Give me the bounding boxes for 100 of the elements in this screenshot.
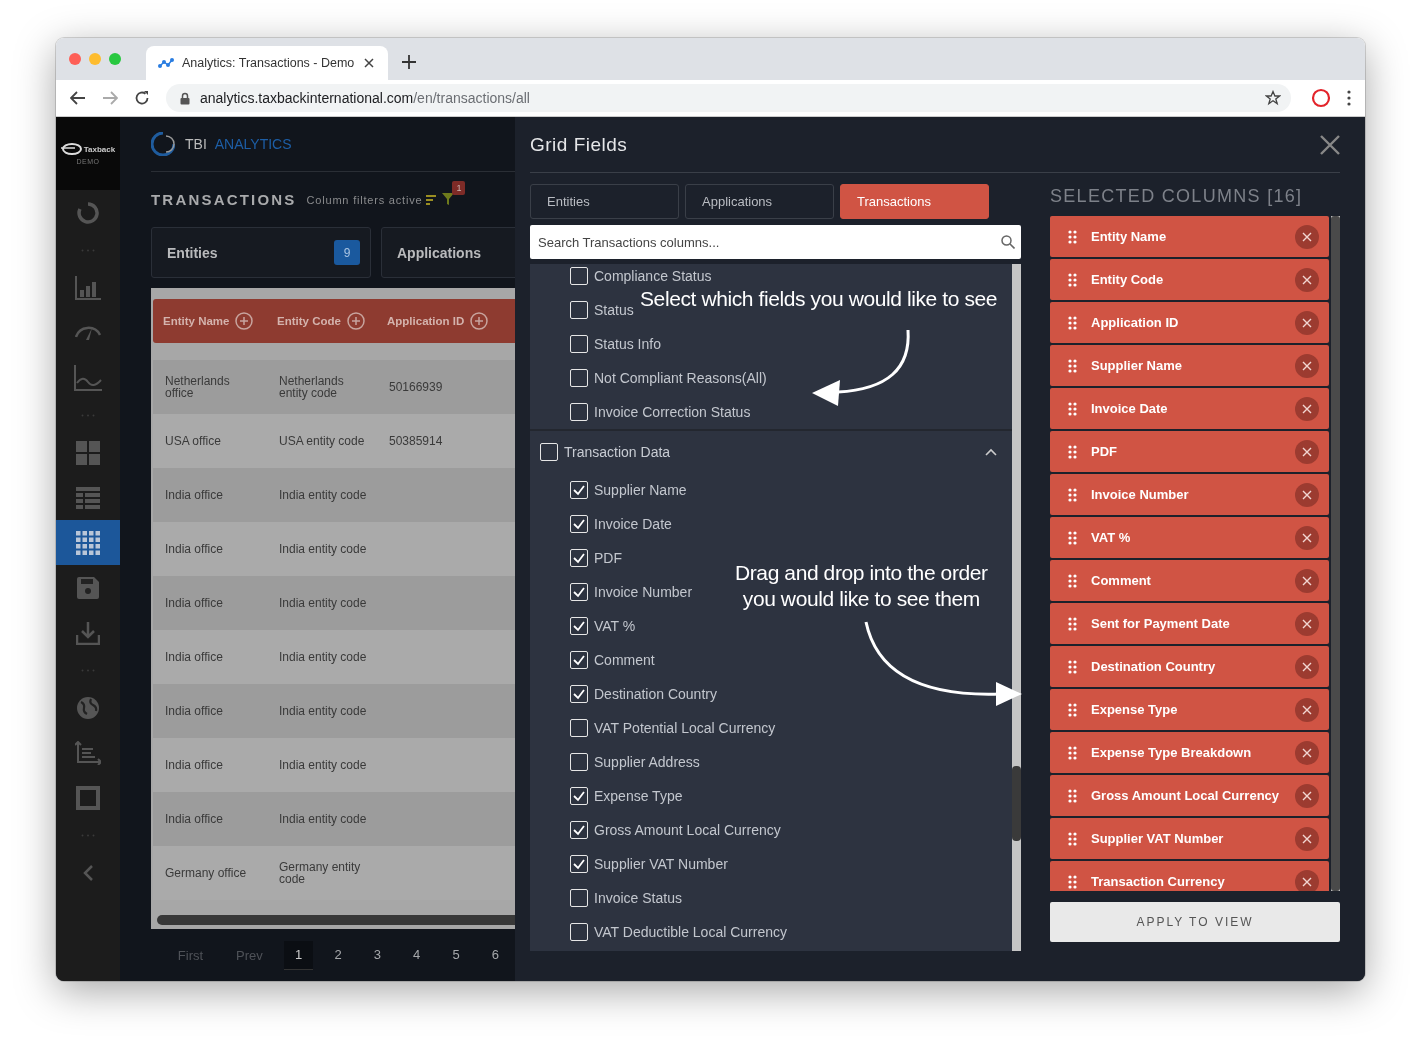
drag-handle-icon[interactable] [1068, 315, 1077, 330]
checkbox[interactable] [570, 753, 588, 771]
remove-icon[interactable] [1295, 525, 1319, 550]
drag-handle-icon[interactable] [1068, 616, 1077, 631]
checkbox[interactable] [570, 719, 588, 737]
page-number[interactable]: 4 [397, 941, 437, 969]
table-row[interactable]: Netherlands office Netherlands entity code 50166939 [153, 360, 515, 414]
group-label[interactable]: Transaction Data [564, 444, 979, 460]
drag-handle-icon[interactable] [1068, 702, 1077, 717]
page-number[interactable]: 6 [475, 941, 515, 969]
remove-icon[interactable] [1295, 482, 1319, 507]
apply-button[interactable]: APPLY TO VIEW [1050, 902, 1340, 942]
drag-handle-icon[interactable] [1068, 229, 1077, 244]
checkbox[interactable] [540, 443, 558, 461]
checkbox[interactable] [570, 267, 588, 285]
remove-icon[interactable] [1295, 783, 1319, 808]
selected-column-item[interactable]: Supplier Name [1050, 345, 1329, 386]
tab[interactable]: Applications [685, 184, 834, 219]
checkbox[interactable] [570, 821, 588, 839]
chevron-icon[interactable] [985, 448, 997, 456]
more-menu-icon[interactable] [1347, 90, 1351, 106]
drag-handle-icon[interactable] [1068, 788, 1077, 803]
remove-icon[interactable] [1295, 654, 1319, 679]
checkbox[interactable] [570, 369, 588, 387]
add-circle-icon[interactable] [346, 312, 365, 330]
tab[interactable]: Entities [530, 184, 679, 219]
new-tab-icon[interactable] [402, 55, 416, 69]
summary-card[interactable]: Applications [381, 227, 515, 278]
drag-handle-icon[interactable] [1068, 874, 1077, 889]
remove-icon[interactable] [1295, 353, 1319, 378]
page-number[interactable]: 2 [318, 941, 358, 969]
page-number[interactable]: 5 [436, 941, 476, 969]
selected-column-item[interactable]: Destination Country [1050, 646, 1329, 687]
remove-icon[interactable] [1295, 697, 1319, 722]
remove-icon[interactable] [1295, 740, 1319, 765]
column-header[interactable]: Entity Name [163, 315, 230, 327]
checkbox[interactable] [570, 481, 588, 499]
add-circle-icon[interactable] [235, 312, 254, 330]
drag-handle-icon[interactable] [1068, 831, 1077, 846]
summary-card[interactable]: Entities 9 [151, 227, 371, 278]
selected-column-item[interactable]: Sent for Payment Date [1050, 603, 1329, 644]
selected-column-item[interactable]: Supplier VAT Number [1050, 818, 1329, 859]
checkbox[interactable] [570, 617, 588, 635]
drag-handle-icon[interactable] [1068, 659, 1077, 674]
page-number[interactable]: 1 [283, 940, 314, 970]
checkbox[interactable] [570, 335, 588, 353]
remove-icon[interactable] [1295, 869, 1319, 891]
scrollbar-thumb[interactable] [157, 915, 515, 925]
sidebar-item[interactable] [56, 520, 120, 565]
remove-icon[interactable] [1295, 310, 1319, 335]
scrollbar-thumb[interactable] [1331, 216, 1340, 891]
table-row[interactable]: India office India entity code [153, 684, 515, 738]
star-icon[interactable] [1265, 90, 1281, 106]
selected-column-item[interactable]: Gross Amount Local Currency [1050, 775, 1329, 816]
add-circle-icon[interactable] [470, 312, 489, 330]
selected-column-item[interactable]: Invoice Date [1050, 388, 1329, 429]
remove-icon[interactable] [1295, 826, 1319, 851]
address-field[interactable]: analytics.taxbackinternational.com/en/transactions/all [166, 84, 1291, 112]
checkbox[interactable] [570, 403, 588, 421]
checkbox[interactable] [570, 301, 588, 319]
column-header[interactable]: Application ID [387, 315, 465, 327]
reload-icon[interactable] [134, 90, 150, 106]
drag-handle-icon[interactable] [1068, 358, 1077, 373]
close-icon[interactable] [1320, 134, 1340, 155]
remove-icon[interactable] [1295, 439, 1319, 464]
funnel-icon[interactable] [442, 192, 455, 205]
checkbox[interactable] [570, 889, 588, 907]
selected-column-item[interactable]: Expense Type [1050, 689, 1329, 730]
ring-extension-icon[interactable] [1311, 88, 1331, 108]
remove-icon[interactable] [1295, 611, 1319, 636]
selected-column-item[interactable]: Entity Name [1050, 216, 1329, 257]
drag-handle-icon[interactable] [1068, 573, 1077, 588]
drag-handle-icon[interactable] [1068, 444, 1077, 459]
column-header[interactable]: Entity Code [277, 315, 341, 327]
table-row[interactable]: India office India entity code [153, 792, 515, 846]
remove-icon[interactable] [1295, 224, 1319, 249]
back-arrow-icon[interactable] [70, 91, 86, 105]
selected-column-item[interactable]: Entity Code [1050, 259, 1329, 300]
checkbox[interactable] [570, 549, 588, 567]
checkbox[interactable] [570, 651, 588, 669]
remove-icon[interactable] [1295, 396, 1319, 421]
table-row[interactable]: India office India entity code [153, 468, 515, 522]
scrollbar-thumb[interactable] [1012, 766, 1021, 841]
search-field[interactable]: Search Transactions columns... [530, 225, 1021, 259]
checkbox[interactable] [570, 923, 588, 941]
selected-column-item[interactable]: VAT % [1050, 517, 1329, 558]
table-row[interactable]: India office India entity code [153, 576, 515, 630]
selected-column-item[interactable]: Expense Type Breakdown [1050, 732, 1329, 773]
page-number[interactable]: 3 [357, 941, 398, 969]
checkbox[interactable] [570, 515, 588, 533]
drag-handle-icon[interactable] [1068, 272, 1077, 287]
selected-column-item[interactable]: PDF [1050, 431, 1329, 472]
drag-handle-icon[interactable] [1068, 745, 1077, 760]
first-page-link[interactable]: First [161, 947, 220, 963]
drag-handle-icon[interactable] [1068, 530, 1077, 545]
checkbox[interactable] [570, 855, 588, 873]
drag-handle-icon[interactable] [1068, 401, 1077, 416]
previous-page-link[interactable]: Prev [219, 947, 279, 963]
remove-icon[interactable] [1295, 267, 1319, 292]
selected-column-item[interactable]: Invoice Number [1050, 474, 1329, 515]
